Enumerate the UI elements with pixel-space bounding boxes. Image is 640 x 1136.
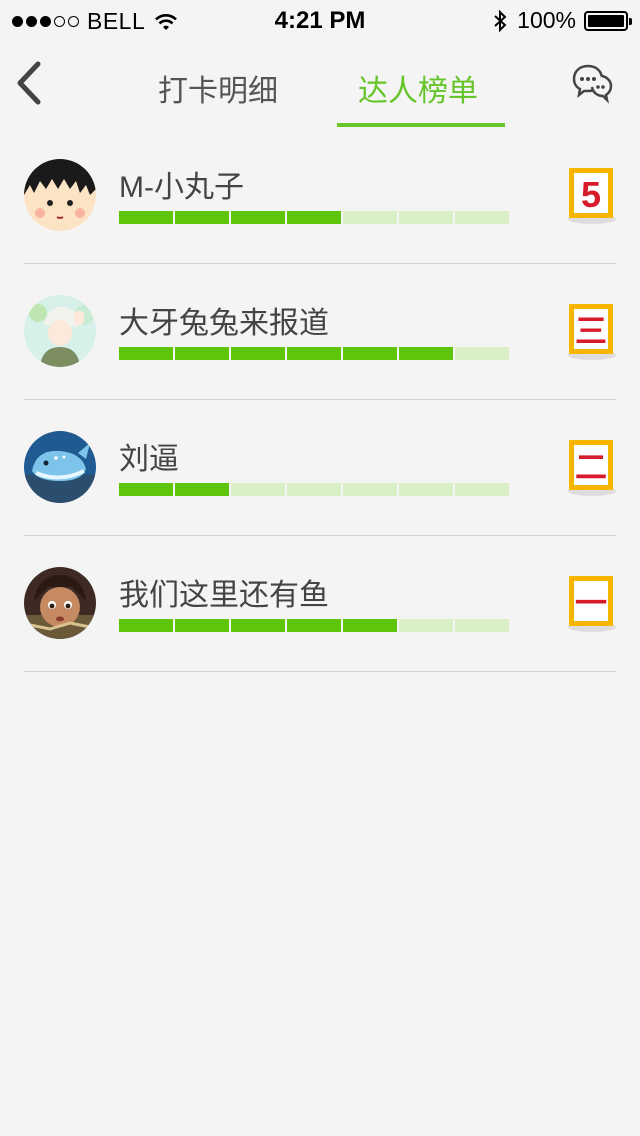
status-right: 100% <box>493 7 632 34</box>
tab-checkin-details[interactable]: 打卡明细 <box>158 66 278 110</box>
battery-percentage: 100% <box>517 7 576 33</box>
rank-badge: 一 <box>567 576 617 633</box>
rank-badge: 二 <box>567 440 617 497</box>
leaderboard-row[interactable]: 我们这里还有鱼 一 <box>24 536 616 672</box>
progress-segment-filled <box>175 347 229 360</box>
progress-segment-filled <box>287 619 341 632</box>
progress-segment-filled <box>287 211 341 224</box>
progress-segment-empty <box>399 483 453 496</box>
progress-segment-filled <box>175 619 229 632</box>
progress-bar <box>119 483 509 496</box>
progress-segment-filled <box>231 347 285 360</box>
user-avatar[interactable] <box>24 567 96 639</box>
battery-fill <box>588 14 624 27</box>
progress-segment-filled <box>175 483 229 496</box>
user-name: 刘逼 <box>119 443 179 476</box>
progress-segment-empty <box>455 347 509 360</box>
leaderboard-row[interactable]: 大牙兔兔来报道 三 <box>24 264 616 400</box>
user-avatar[interactable] <box>24 295 96 367</box>
user-avatar[interactable] <box>24 159 96 231</box>
progress-segment-filled <box>231 211 285 224</box>
back-button[interactable] <box>10 58 54 110</box>
progress-segment-filled <box>287 347 341 360</box>
user-name: M-小丸子 <box>119 171 244 204</box>
rank-badge-label: 5 <box>581 174 601 215</box>
progress-segment-filled <box>231 619 285 632</box>
chat-bubbles-icon <box>572 64 613 104</box>
progress-segment-filled <box>399 347 453 360</box>
leaderboard-row[interactable]: M-小丸子 5 <box>24 128 616 264</box>
rank-badge-label: 一 <box>575 584 607 622</box>
progress-segment-filled <box>119 347 173 360</box>
battery-icon <box>584 10 632 31</box>
user-name: 大牙兔兔来报道 <box>119 307 329 340</box>
progress-segment-filled <box>343 619 397 632</box>
rank-badge: 三 <box>567 304 617 361</box>
progress-segment-filled <box>343 347 397 360</box>
user-avatar[interactable] <box>24 431 96 503</box>
rank-badge-label: 三 <box>575 312 607 350</box>
progress-segment-empty <box>343 483 397 496</box>
progress-bar <box>119 347 509 360</box>
progress-segment-empty <box>231 483 285 496</box>
leaderboard-row[interactable]: 刘逼 二 <box>24 400 616 536</box>
active-tab-indicator <box>337 123 505 127</box>
chat-button[interactable] <box>570 62 614 106</box>
progress-segment-empty <box>455 483 509 496</box>
progress-segment-empty <box>399 619 453 632</box>
rank-badge-label: 二 <box>575 448 607 486</box>
user-name: 我们这里还有鱼 <box>119 579 329 612</box>
progress-bar <box>119 619 509 632</box>
progress-segment-empty <box>343 211 397 224</box>
tab-leaderboard[interactable]: 达人榜单 <box>358 66 478 110</box>
rank-badge: 5 <box>567 168 617 225</box>
progress-segment-filled <box>175 211 229 224</box>
chevron-left-icon <box>17 61 41 105</box>
progress-segment-empty <box>287 483 341 496</box>
progress-segment-empty <box>399 211 453 224</box>
progress-bar <box>119 211 509 224</box>
progress-segment-filled <box>119 483 173 496</box>
navigation-bar: 打卡明细 达人榜单 <box>0 40 640 128</box>
bluetooth-icon <box>494 9 507 32</box>
leaderboard-list: M-小丸子 5 大牙兔兔来报道 三 刘逼 二 我们这里还有鱼 一 <box>24 128 616 672</box>
progress-segment-filled <box>119 211 173 224</box>
status-bar: BELL 4:21 PM 100% <box>0 0 640 40</box>
progress-segment-empty <box>455 211 509 224</box>
progress-segment-empty <box>455 619 509 632</box>
progress-segment-filled <box>119 619 173 632</box>
